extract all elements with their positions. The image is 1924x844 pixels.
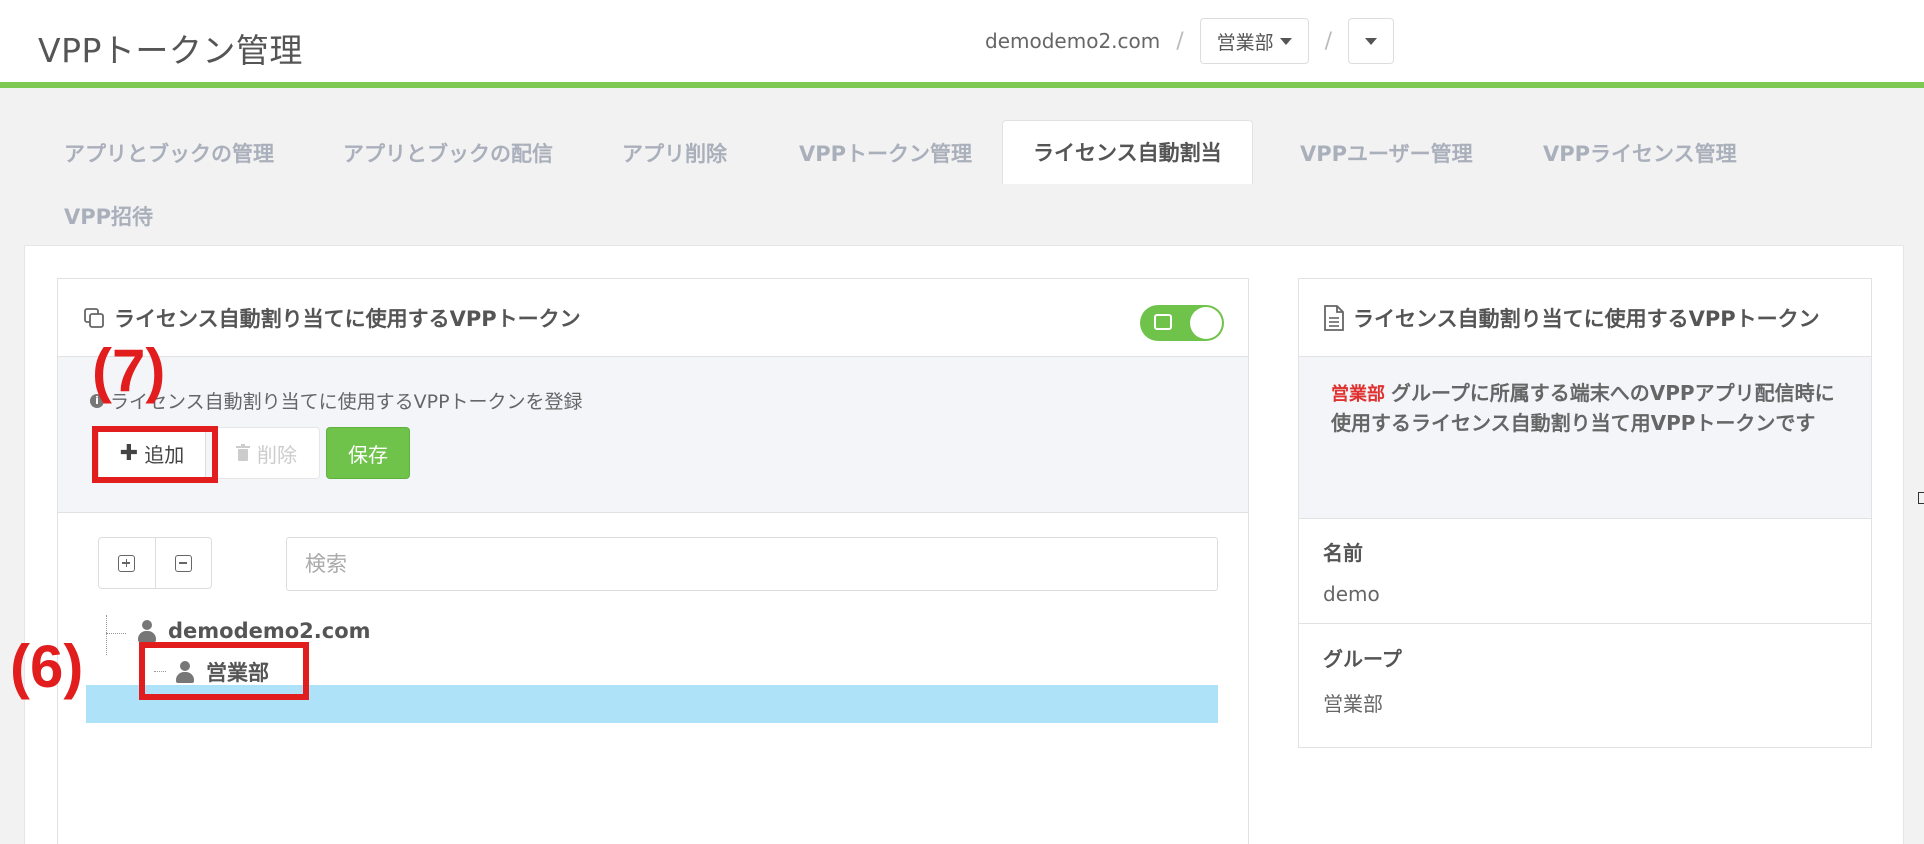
breadcrumb-domain[interactable]: demodemo2.com	[985, 29, 1160, 53]
delete-button-label: 削除	[257, 442, 297, 467]
group-dropdown[interactable]: 営業部	[1199, 18, 1309, 64]
description-body: グループに所属する端末へのVPPアプリ配信時に使用するライセンス自動割り当て用V…	[1331, 381, 1835, 435]
panel-title: ライセンス自動割り当てに使用するVPPトークン	[1353, 306, 1820, 331]
chevron-down-icon	[1279, 37, 1292, 45]
minus-square-icon	[174, 554, 192, 572]
top-header: VPPトークン管理 demodemo2.com / 営業部 /	[0, 0, 1924, 88]
tree-node-root[interactable]: demodemo2.com	[138, 619, 371, 643]
annotation-label-7: (7)	[92, 337, 166, 404]
page-title: VPPトークン管理	[38, 31, 303, 70]
group-dropdown-label: 営業部	[1216, 31, 1274, 54]
edit-icon	[1154, 314, 1172, 330]
expand-all-button[interactable]	[99, 538, 155, 588]
chevron-down-icon	[1365, 37, 1378, 45]
subgroup-dropdown[interactable]	[1348, 18, 1395, 64]
name-label: 名前	[1323, 541, 1363, 565]
group-label: グループ	[1323, 647, 1402, 671]
user-icon	[138, 620, 156, 642]
description-text: 営業部 グループに所属する端末へのVPPアプリ配信時に使用するライセンス自動割り当…	[1331, 379, 1851, 438]
tree-connector	[106, 633, 126, 634]
tab-vpp-invite[interactable]: VPP招待	[64, 201, 153, 231]
token-info-panel: ライセンス自動割り当てに使用するVPPトークン 営業部 グループに所属する端末への…	[1298, 278, 1872, 748]
trash-icon	[236, 444, 250, 461]
tab-vpp-license[interactable]: VPPライセンス管理	[1543, 138, 1737, 168]
info-text: ライセンス自動割り当てに使用するVPPトークンを登録	[110, 391, 583, 413]
annotation-label-6: (6)	[10, 633, 84, 700]
tree-controls	[98, 537, 212, 589]
breadcrumb: demodemo2.com / 営業部 /	[985, 18, 1395, 64]
tab-license-auto-assign[interactable]: ライセンス自動割当	[1002, 120, 1253, 184]
group-tag: 営業部	[1331, 384, 1385, 405]
document-icon	[1324, 304, 1344, 331]
toggle-knob	[1190, 307, 1222, 339]
delete-button[interactable]: 削除	[212, 427, 320, 479]
tree-connector	[106, 615, 107, 655]
tab-app-book-deliver[interactable]: アプリとブックの配信	[343, 138, 553, 168]
main-content: ライセンス自動割り当てに使用するVPPトークン i ライセンス自動割り当てに使用…	[24, 245, 1904, 844]
tab-vpp-user[interactable]: VPPユーザー管理	[1300, 138, 1473, 168]
cursor-icon	[1918, 492, 1924, 504]
tree-node-label: demodemo2.com	[168, 619, 371, 643]
save-button[interactable]: 保存	[326, 427, 410, 479]
tab-app-book-manage[interactable]: アプリとブックの管理	[64, 138, 274, 168]
panel-header: ライセンス自動割り当てに使用するVPPトークン	[1299, 279, 1871, 357]
tab-app-delete[interactable]: アプリ削除	[622, 138, 727, 168]
breadcrumb-separator: /	[1176, 28, 1184, 54]
panel-title: ライセンス自動割り当てに使用するVPPトークン	[114, 306, 581, 331]
divider	[1299, 518, 1871, 519]
search-input[interactable]	[286, 537, 1218, 591]
divider	[1299, 623, 1871, 624]
plus-square-icon	[118, 554, 136, 572]
copy-icon	[84, 307, 104, 328]
annotation-box-7	[92, 426, 218, 483]
tab-vpp-token[interactable]: VPPトークン管理	[799, 138, 972, 168]
breadcrumb-separator: /	[1324, 28, 1333, 54]
panel-header: ライセンス自動割り当てに使用するVPPトークン	[58, 279, 1248, 357]
token-assign-panel: ライセンス自動割り当てに使用するVPPトークン i ライセンス自動割り当てに使用…	[57, 278, 1249, 844]
name-value: demo	[1323, 582, 1380, 606]
collapse-all-button[interactable]	[154, 538, 211, 588]
edit-toggle[interactable]	[1140, 305, 1224, 341]
annotation-box-6	[139, 642, 309, 700]
group-value: 営業部	[1323, 692, 1383, 716]
